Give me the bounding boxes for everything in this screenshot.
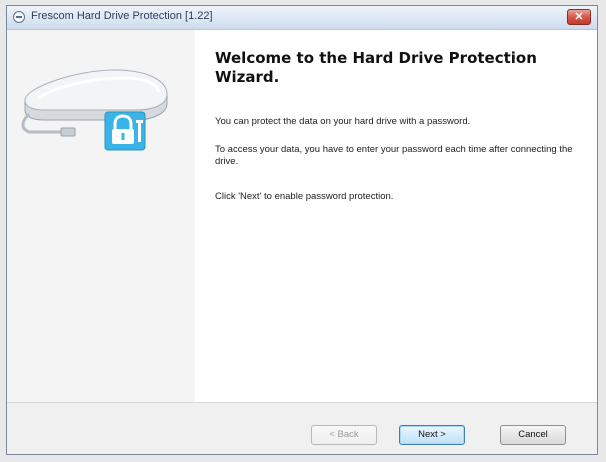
wizard-window: Frescom Hard Drive Protection [1.22] ✕ W… bbox=[6, 5, 598, 455]
window-title: Frescom Hard Drive Protection [1.22] bbox=[31, 10, 213, 22]
close-button[interactable]: ✕ bbox=[567, 9, 591, 25]
back-button[interactable]: < Back bbox=[311, 425, 377, 445]
next-button[interactable]: Next > bbox=[399, 425, 465, 445]
instruction-text: Click 'Next' to enable password protecti… bbox=[215, 191, 394, 202]
wizard-heading: Welcome to the Hard Drive Protection Wiz… bbox=[215, 49, 537, 86]
access-text: To access your data, you have to enter y… bbox=[215, 144, 573, 167]
title-bar[interactable]: Frescom Hard Drive Protection [1.22] ✕ bbox=[7, 6, 597, 30]
window-menu-icon[interactable] bbox=[13, 11, 25, 23]
wizard-sidebar bbox=[7, 30, 195, 402]
hard-drive-icon bbox=[21, 69, 168, 151]
wizard-content: Welcome to the Hard Drive Protection Wiz… bbox=[195, 30, 597, 402]
button-bar: < Back Next > Cancel bbox=[7, 402, 597, 454]
cancel-button[interactable]: Cancel bbox=[500, 425, 566, 445]
intro-text: You can protect the data on your hard dr… bbox=[215, 116, 471, 127]
padlock-icon bbox=[104, 111, 146, 151]
